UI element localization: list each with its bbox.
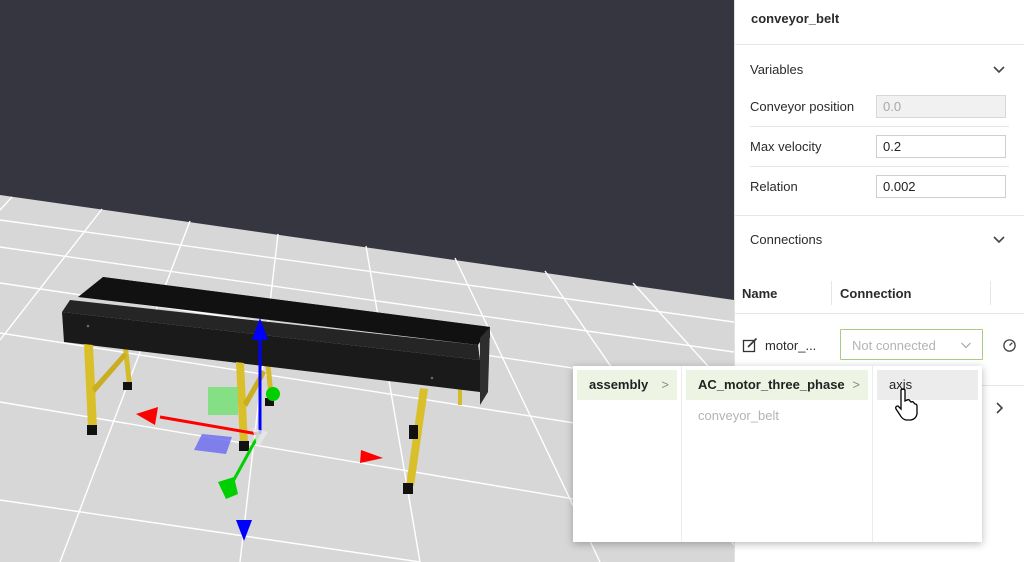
- chevron-right-icon[interactable]: [991, 400, 1007, 416]
- variable-label-relation: Relation: [750, 179, 798, 194]
- variable-label-max-velocity: Max velocity: [750, 139, 822, 154]
- chevron-down-icon[interactable]: [960, 339, 972, 351]
- divider: [735, 215, 1024, 216]
- connection-select[interactable]: Not connected: [840, 329, 983, 360]
- gizmo-plane-xz[interactable]: [208, 387, 238, 415]
- connection-name: motor_...: [765, 338, 817, 353]
- divider: [750, 126, 1009, 127]
- chevron-down-icon[interactable]: [991, 232, 1007, 248]
- dropdown-item-conveyor-belt: conveyor_belt: [686, 401, 868, 431]
- hand-cursor-icon: [895, 388, 918, 421]
- connection-dropdown: assembly > AC_motor_three_phase > convey…: [573, 366, 982, 542]
- relation-field[interactable]: [876, 175, 1006, 198]
- connections-header[interactable]: Connections: [750, 232, 822, 247]
- column-separator: [831, 281, 832, 305]
- gauge-icon[interactable]: [1002, 338, 1017, 353]
- dropdown-item-label: conveyor_belt: [698, 408, 779, 423]
- column-separator: [990, 281, 991, 305]
- connection-placeholder: Not connected: [852, 338, 936, 353]
- dropdown-item-label: assembly: [589, 377, 649, 392]
- column-header-connection: Connection: [840, 286, 912, 301]
- column-header-name: Name: [742, 286, 778, 301]
- chevron-right-icon: >: [661, 377, 669, 392]
- panel-title: conveyor_belt: [751, 11, 840, 26]
- dropdown-item-ac-motor[interactable]: AC_motor_three_phase >: [686, 370, 868, 400]
- chevron-right-icon: >: [852, 377, 860, 392]
- divider: [750, 166, 1009, 167]
- variable-label-conveyor-position: Conveyor position: [750, 99, 855, 114]
- divider: [735, 313, 1024, 314]
- edit-icon[interactable]: [742, 337, 758, 353]
- max-velocity-field[interactable]: [876, 135, 1006, 158]
- divider: [735, 44, 1024, 45]
- dropdown-item-assembly[interactable]: assembly >: [577, 370, 677, 400]
- dropdown-column-1: assembly >: [573, 366, 681, 542]
- variables-header[interactable]: Variables: [750, 62, 803, 77]
- dropdown-item-label: AC_motor_three_phase: [698, 377, 845, 392]
- chevron-down-icon[interactable]: [991, 62, 1007, 78]
- dropdown-item-axis[interactable]: axis: [877, 370, 978, 400]
- dropdown-column-3: axis: [873, 366, 982, 542]
- gizmo-handle-z-pos[interactable]: [266, 387, 280, 401]
- conveyor-position-field: [876, 95, 1006, 118]
- dropdown-column-2: AC_motor_three_phase > conveyor_belt: [682, 366, 872, 542]
